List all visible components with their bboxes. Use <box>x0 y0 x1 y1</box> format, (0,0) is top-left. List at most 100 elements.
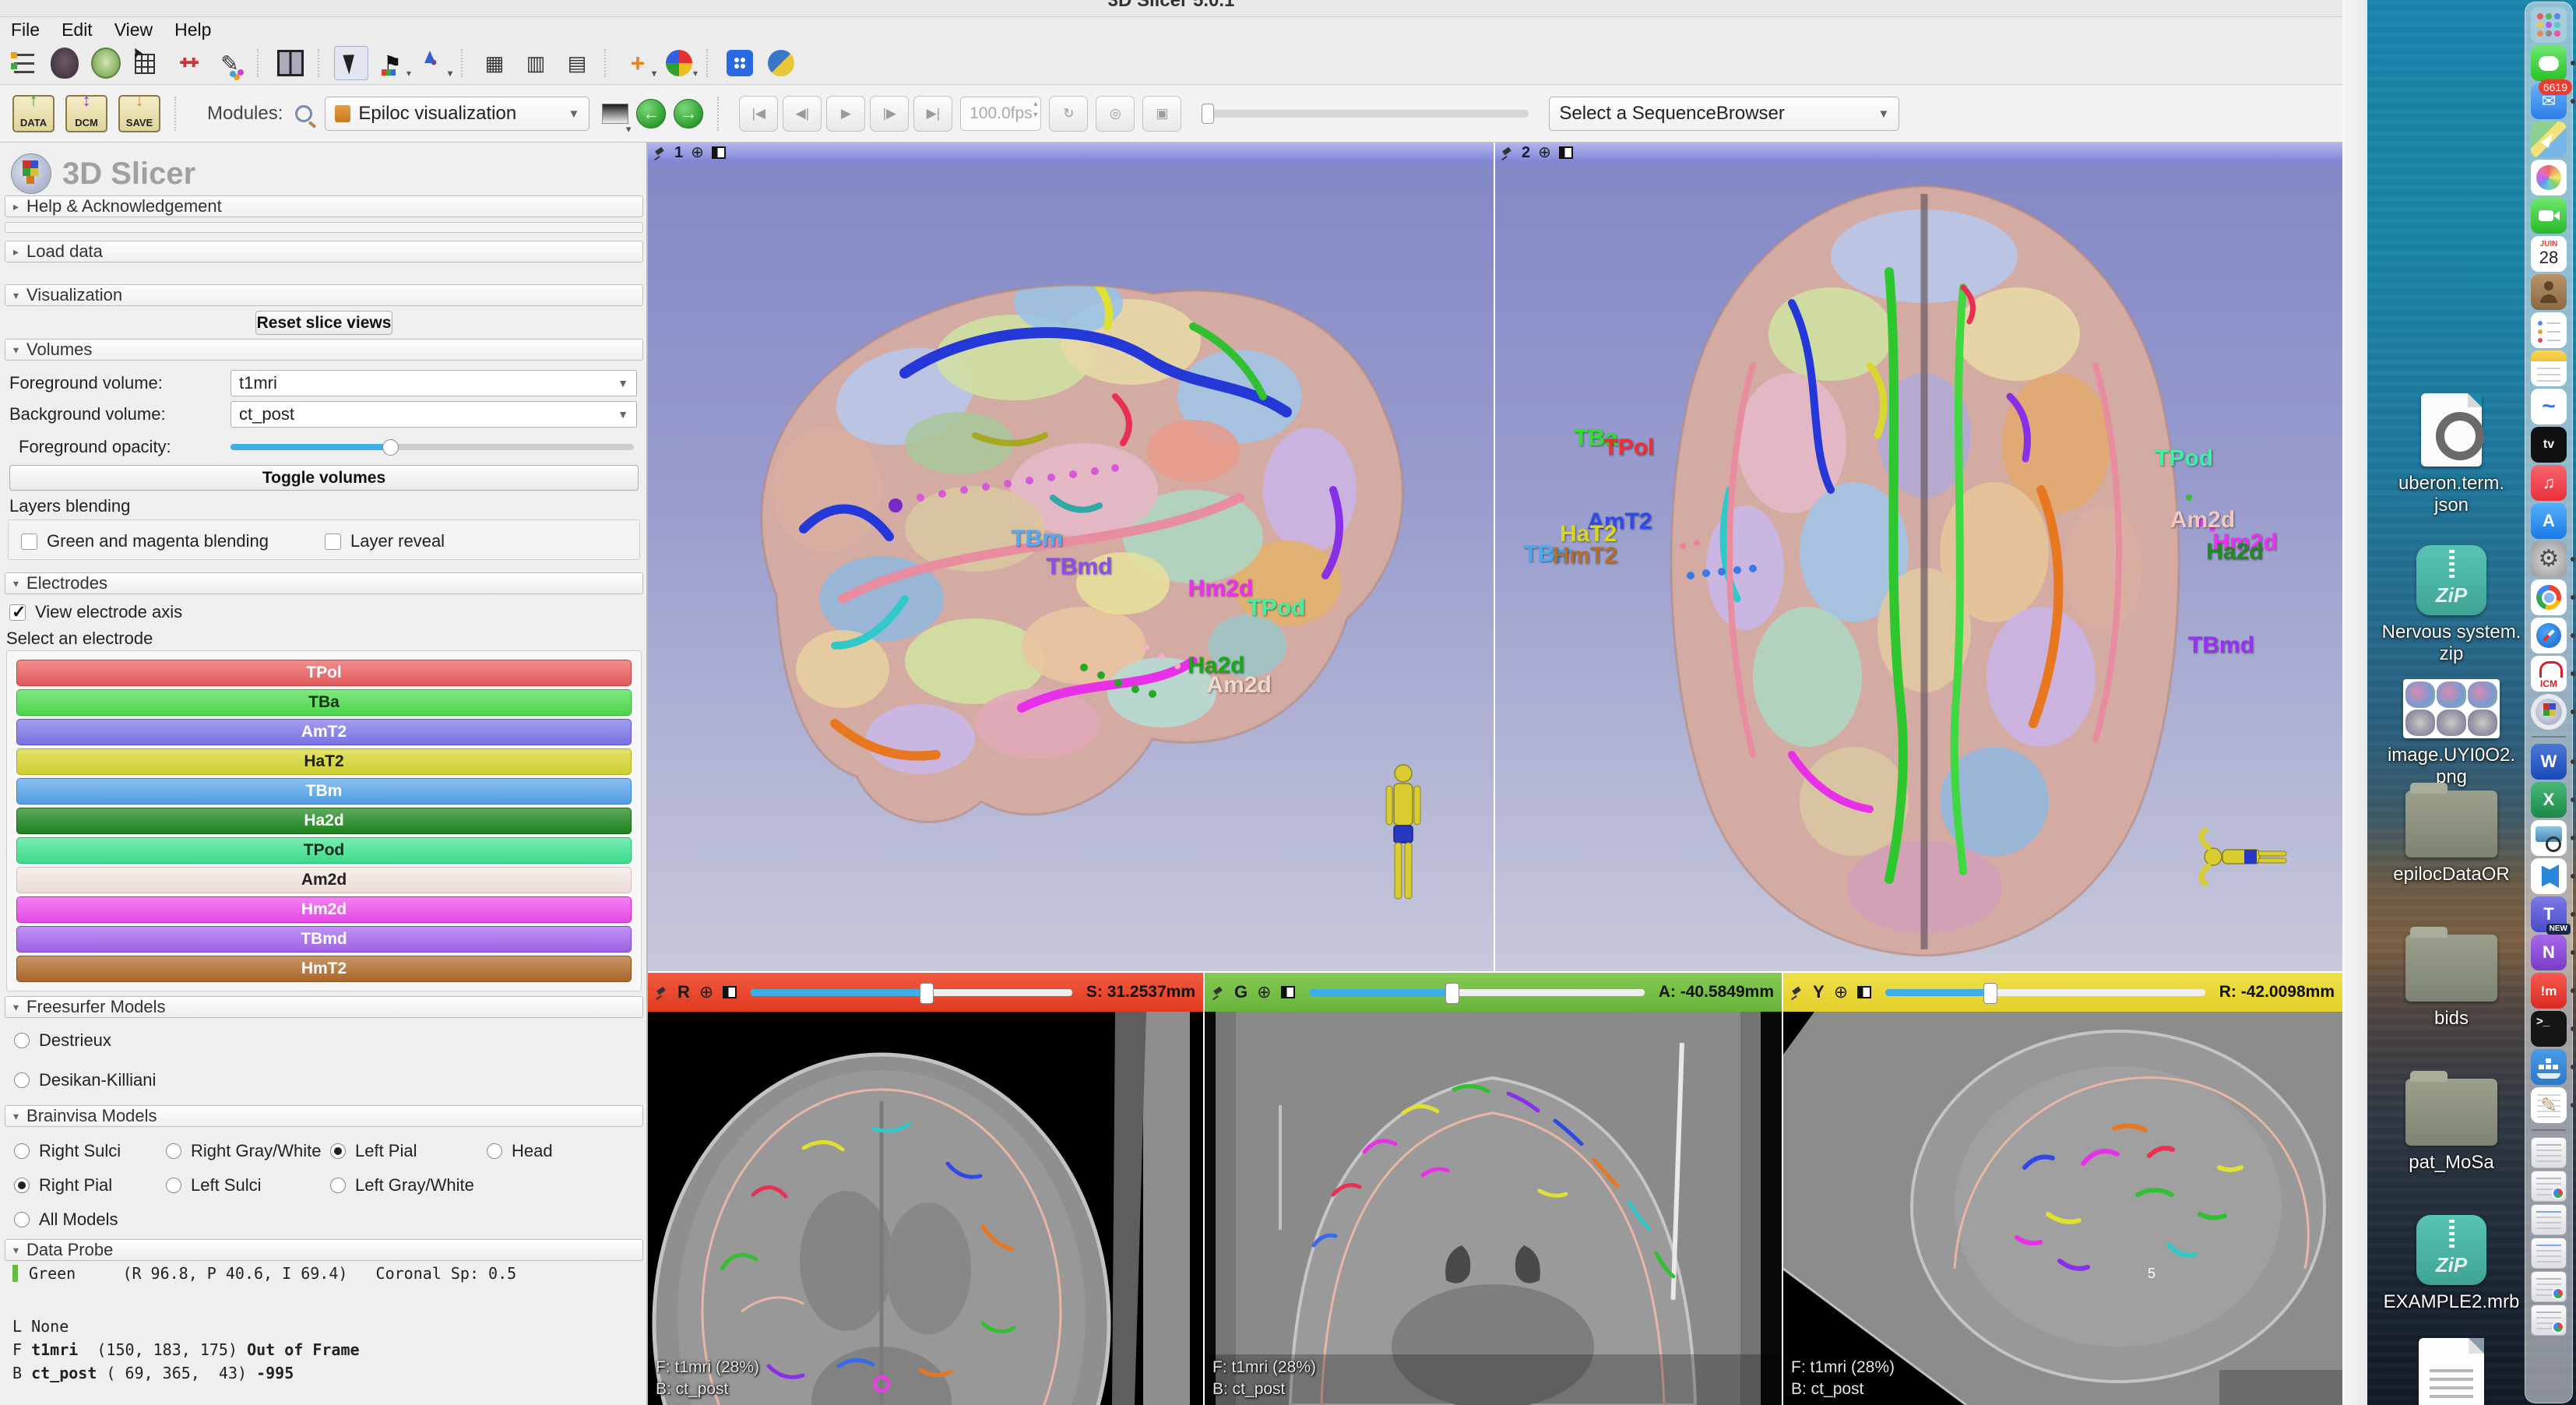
crosshair-icon[interactable]: ⊕ <box>1538 145 1551 160</box>
extensions-manager-icon[interactable] <box>723 46 757 80</box>
toggle-volumes-button[interactable]: Toggle volumes <box>9 465 639 491</box>
module-history-swatch[interactable] <box>602 104 628 124</box>
foreground-opacity-slider[interactable] <box>231 444 634 450</box>
spinner-arrows-icon[interactable]: ▴▾ <box>1033 99 1037 121</box>
python-console-icon[interactable] <box>764 46 798 80</box>
desktop-folder-bids[interactable]: bids <box>2374 935 2529 1030</box>
section-volumes[interactable]: Volumes <box>5 339 643 361</box>
seq-next-frame-button[interactable]: |▶ <box>870 96 909 132</box>
layer-reveal-checkbox[interactable]: Layer reveal <box>325 531 445 551</box>
dock-calendar-icon[interactable]: JUIN 28 <box>2531 236 2567 272</box>
seq-previous-frame-button[interactable]: ◀| <box>783 96 822 132</box>
green-magenta-blending-checkbox[interactable]: Green and magenta blending <box>21 531 269 551</box>
brain-model-icon[interactable] <box>48 46 82 80</box>
background-volume-combobox[interactable]: ct_post▼ <box>231 401 637 428</box>
menu-file[interactable]: File <box>11 19 40 40</box>
slice-offset-slider[interactable] <box>1885 989 2205 996</box>
dock-safari-icon[interactable] <box>2531 618 2567 653</box>
load-data-button[interactable]: ↑ DATA <box>12 95 55 132</box>
pin-icon[interactable] <box>1501 146 1514 159</box>
dock-minimized-window[interactable] <box>2531 1238 2567 1269</box>
electrode-Hm2d-button[interactable]: Hm2d <box>16 896 632 923</box>
volume-measure-icon[interactable]: ▥ <box>519 46 553 80</box>
electrode-TBm-button[interactable]: TBm <box>16 778 632 805</box>
section-data-probe[interactable]: Data Probe <box>5 1239 643 1261</box>
radio-right-sulci[interactable]: Right Sulci <box>14 1141 121 1161</box>
transform-grid-icon[interactable] <box>130 46 164 80</box>
dock-freeform-icon[interactable]: ~ <box>2531 389 2567 424</box>
section-visualization[interactable]: Visualization <box>5 284 643 306</box>
electrode-Am2d-button[interactable]: Am2d <box>16 867 632 893</box>
dock-minimized-window[interactable] <box>2531 1271 2567 1302</box>
desktop-file-nervous-system-zip[interactable]: Nervous system.zip <box>2374 545 2529 664</box>
threed-view-1[interactable]: 1 ⊕ <box>648 143 1494 971</box>
view-controls-icon[interactable] <box>723 986 737 998</box>
dock-messages-icon[interactable] <box>2531 45 2567 81</box>
radio-destrieux[interactable]: Destrieux <box>14 1030 156 1051</box>
crosshair-icon[interactable]: ⊕ <box>699 982 713 1002</box>
radio-right-pial[interactable]: Right Pial <box>14 1175 112 1195</box>
dock-mattermost-icon[interactable]: !m <box>2531 973 2567 1009</box>
pin-icon[interactable] <box>1791 986 1804 998</box>
radio-all-models[interactable]: All Models <box>14 1210 118 1230</box>
volume-inspect-icon[interactable]: ▤ <box>560 46 594 80</box>
electrode-TBa-button[interactable]: TBa <box>16 689 632 716</box>
electrode-HmT2-button[interactable]: HmT2 <box>16 956 632 982</box>
pin-icon[interactable] <box>654 146 667 159</box>
desktop-file-image-png[interactable]: image.UYI0O2.png <box>2374 679 2529 787</box>
place-fiducial-icon[interactable]: •▾ <box>417 46 451 80</box>
pin-icon[interactable] <box>1212 986 1225 998</box>
seq-loop-button[interactable]: ↻ <box>1049 96 1088 132</box>
module-selector-combobox[interactable]: Epiloc visualization ▼ <box>325 97 589 131</box>
crosshair-icon[interactable]: +▾ <box>621 46 655 80</box>
section-load-data[interactable]: Load data <box>5 241 643 262</box>
dock-contacts-icon[interactable] <box>2531 274 2567 310</box>
slider-handle[interactable] <box>1202 104 1214 124</box>
electrode-TPod-button[interactable]: TPod <box>16 837 632 864</box>
electrode-TBmd-button[interactable]: TBmd <box>16 926 632 953</box>
radio-left-pial[interactable]: Left Pial <box>330 1141 417 1161</box>
desktop-folder-epilocDataOR[interactable]: epilocDataOR <box>2374 791 2529 886</box>
menu-edit[interactable]: Edit <box>62 19 93 40</box>
electrode-AmT2-button[interactable]: AmT2 <box>16 719 632 745</box>
dock-appstore-icon[interactable]: A <box>2531 503 2567 539</box>
dock-mail-icon[interactable]: ✉ 6619 <box>2531 83 2567 119</box>
dock-chrome-icon[interactable] <box>2531 579 2567 615</box>
reset-slice-views-button[interactable]: Reset slice views <box>255 311 392 335</box>
dock-notes-icon[interactable] <box>2531 350 2567 386</box>
menu-view[interactable]: View <box>114 19 153 40</box>
dock-icm-icon[interactable]: ICM <box>2531 656 2567 692</box>
foreground-volume-combobox[interactable]: t1mri▼ <box>231 370 637 396</box>
radio-desikan-killiani[interactable]: Desikan-Killiani <box>14 1070 156 1090</box>
dock-excel-icon[interactable]: X <box>2531 782 2567 818</box>
dock-appletv-icon[interactable]: tv <box>2531 427 2567 463</box>
slice-offset-slider[interactable] <box>751 989 1072 996</box>
annotation-pen-icon[interactable]: ✎ <box>213 46 247 80</box>
view-electrode-axis-checkbox[interactable]: View electrode axis <box>9 602 182 622</box>
slice-view-red-axial[interactable]: R ⊕ S: 31.2537mm <box>648 973 1203 1405</box>
seq-snapshot-button[interactable]: ▣ <box>1142 96 1181 132</box>
section-electrodes[interactable]: Electrodes <box>5 572 643 594</box>
dock-minimized-window[interactable] <box>2531 1305 2567 1336</box>
seq-last-frame-button[interactable]: ▶| <box>913 96 952 132</box>
electrode-TPol-button[interactable]: TPol <box>16 660 632 686</box>
dock-photos-icon[interactable] <box>2531 160 2567 195</box>
radio-left-gray-white[interactable]: Left Gray/White <box>330 1175 474 1195</box>
fps-spinbox[interactable]: 100.0fps ▴▾ <box>960 97 1041 131</box>
menu-help[interactable]: Help <box>174 19 211 40</box>
radio-right-gray-white[interactable]: Right Gray/White <box>166 1141 322 1161</box>
dock-preview-icon[interactable] <box>2531 820 2567 856</box>
volume-rendering-icon[interactable]: ▦ <box>477 46 512 80</box>
crosshair-icon[interactable]: ⊕ <box>1834 982 1848 1002</box>
layout-selector-icon[interactable] <box>273 46 308 80</box>
dock-3dslicer-icon[interactable] <box>2531 694 2567 730</box>
dicom-button[interactable]: ↕ DCM <box>65 95 107 132</box>
sequence-index-slider[interactable] <box>1202 110 1529 118</box>
save-button[interactable]: ↓ SAVE <box>118 95 160 132</box>
markups-icon[interactable]: ✚✚ <box>171 46 206 80</box>
electrode-HaT2-button[interactable]: HaT2 <box>16 748 632 775</box>
dock-divider[interactable] <box>2532 736 2566 738</box>
dock-word-icon[interactable]: W <box>2531 744 2567 780</box>
radio-head[interactable]: Head <box>487 1141 553 1161</box>
dock-textedit-icon[interactable]: ✎ <box>2531 1087 2567 1123</box>
